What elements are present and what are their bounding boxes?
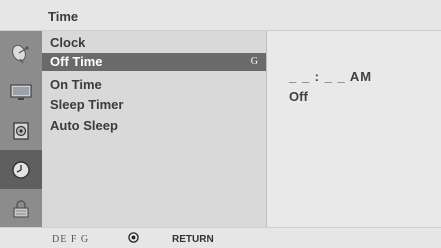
menu-item-off-time[interactable]: Off Time G	[42, 53, 266, 71]
return-label: RETURN	[172, 234, 214, 245]
menu-item-clock[interactable]: Clock	[42, 34, 266, 52]
category-picture[interactable]	[0, 72, 42, 111]
menu-item-label: Clock	[50, 35, 86, 50]
category-icon-column	[0, 31, 42, 227]
help-bar: DE F G RETURN	[0, 227, 441, 248]
menu-item-sleep-timer[interactable]: Sleep Timer	[42, 96, 266, 114]
menu-item-on-time[interactable]: On Time	[42, 76, 266, 94]
off-time-value[interactable]: _ _ : _ _ AM	[289, 69, 372, 84]
menu-item-label: Auto Sleep	[50, 118, 118, 133]
menu-list: Clock Off Time G On Time Sleep Timer Aut…	[42, 31, 266, 227]
menu-item-label: Sleep Timer	[50, 97, 124, 112]
clock-icon	[12, 160, 30, 179]
title-bar: Time	[0, 0, 441, 31]
satellite-dish-icon	[12, 44, 29, 63]
navigation-key-hints: DE F G	[52, 234, 90, 245]
category-time[interactable]	[0, 150, 42, 189]
menu-title: Time	[48, 9, 79, 24]
value-panel: _ _ : _ _ AM Off	[266, 31, 441, 227]
off-time-state[interactable]: Off	[289, 89, 308, 104]
menu-item-label: On Time	[50, 77, 102, 92]
menu-item-auto-sleep[interactable]: Auto Sleep	[42, 117, 266, 135]
category-audio[interactable]	[0, 111, 42, 150]
enter-button-icon	[128, 232, 139, 243]
speaker-icon	[13, 121, 29, 140]
category-lock[interactable]	[0, 189, 42, 228]
padlock-icon	[13, 199, 29, 218]
category-satellite[interactable]	[0, 33, 42, 72]
right-key-hint: G	[250, 56, 258, 67]
menu-item-label: Off Time	[50, 54, 103, 69]
tv-screen-icon	[10, 83, 32, 100]
